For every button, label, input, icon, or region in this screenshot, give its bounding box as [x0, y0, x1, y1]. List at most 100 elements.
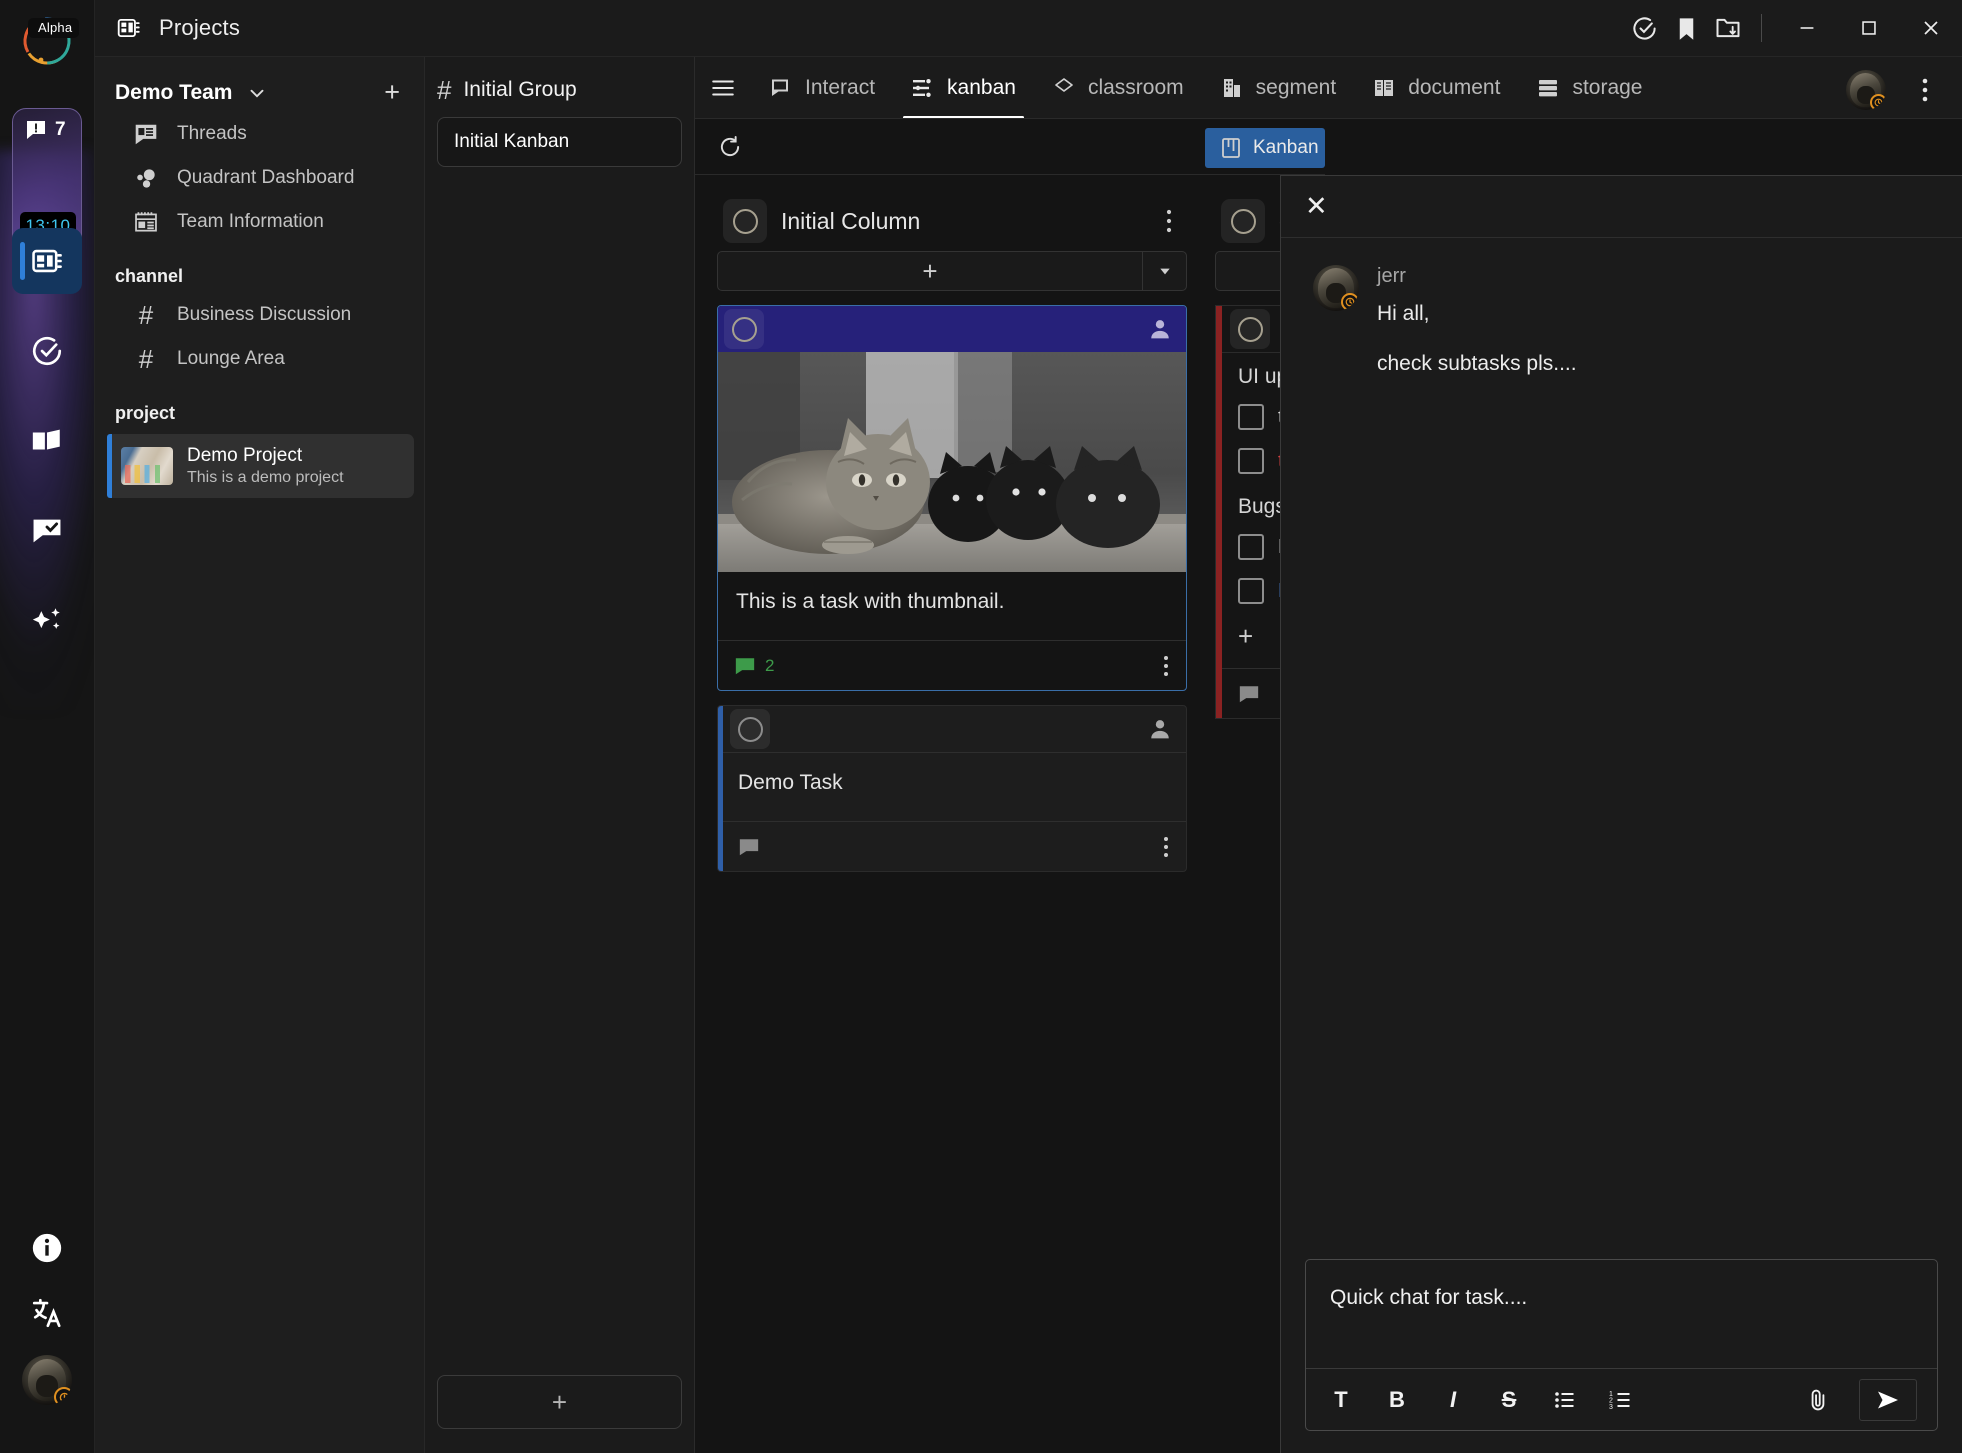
sidebar-item-translate[interactable] — [12, 1280, 82, 1346]
italic-icon[interactable]: I — [1438, 1385, 1468, 1415]
sidebar-item-threads[interactable]: Threads — [95, 112, 424, 156]
tab-more-menu-icon[interactable] — [1908, 73, 1942, 107]
strikethrough-icon[interactable]: S — [1494, 1385, 1524, 1415]
sidebar-item-ai[interactable] — [12, 588, 82, 654]
column-status-toggle[interactable] — [1221, 199, 1265, 243]
board-toolbar: Kanban — [695, 119, 1325, 175]
left-rail: Alpha 7 13:10 — [0, 0, 95, 1453]
tab-segment[interactable]: segment — [1202, 57, 1355, 119]
card-comment-count[interactable] — [738, 836, 769, 858]
folder-transfer-icon[interactable] — [1707, 7, 1749, 49]
notification-badge-panel[interactable]: 7 13:10 — [12, 108, 82, 248]
kanban-card-demo-task[interactable]: Demo Task — [717, 705, 1187, 872]
window-title: Projects — [159, 15, 240, 41]
maximize-button[interactable] — [1838, 0, 1900, 57]
checkbox-icon[interactable] — [1238, 404, 1264, 430]
card-status-toggle[interactable] — [1230, 309, 1270, 349]
checkbox-icon[interactable] — [1238, 578, 1264, 604]
sidebar-item-projects[interactable] — [12, 228, 82, 294]
comment-count-value: 2 — [765, 656, 774, 676]
status-clock-badge — [1870, 94, 1886, 110]
sparkle-icon — [30, 604, 64, 638]
column-more-menu-icon[interactable] — [1165, 208, 1187, 234]
tab-user-avatar[interactable] — [1846, 70, 1886, 110]
minimize-button[interactable] — [1776, 0, 1838, 57]
chat-message: jerr Hi all, check subtasks pls.... — [1281, 239, 1962, 376]
group-header: # Initial Group — [425, 57, 694, 103]
refresh-icon[interactable] — [717, 134, 743, 160]
card-status-toggle[interactable] — [724, 309, 764, 349]
chevron-down-icon[interactable] — [246, 82, 268, 104]
notification-icon — [24, 118, 48, 142]
kanban-view-icon — [1219, 135, 1243, 161]
sidebar-item-demo-project[interactable]: Demo Project This is a demo project — [107, 434, 414, 498]
add-kanban-button[interactable]: + — [437, 1375, 682, 1429]
book-icon — [30, 424, 64, 458]
card-more-menu-icon[interactable] — [1162, 835, 1170, 859]
sidebar-item-info[interactable] — [12, 1215, 82, 1281]
comment-icon[interactable] — [1238, 683, 1260, 705]
card-comment-count[interactable]: 2 — [734, 655, 774, 677]
message-avatar[interactable] — [1313, 265, 1359, 311]
team-header[interactable]: Demo Team + — [95, 57, 424, 112]
group-title: Initial Group — [463, 78, 576, 102]
tab-classroom[interactable]: classroom — [1034, 57, 1202, 119]
tab-interact[interactable]: Interact — [751, 57, 893, 119]
user-avatar[interactable] — [22, 1355, 72, 1405]
column-status-toggle[interactable] — [723, 199, 767, 243]
checkbox-icon[interactable] — [1238, 534, 1264, 560]
sidebar-item-quadrant-dashboard[interactable]: Quadrant Dashboard — [95, 156, 424, 200]
bookmark-icon[interactable] — [1665, 7, 1707, 49]
sidebar-item-tasks[interactable] — [12, 318, 82, 384]
send-button[interactable] — [1859, 1379, 1917, 1421]
comment-icon — [734, 655, 756, 677]
card-more-menu-icon[interactable] — [1162, 654, 1170, 678]
document-icon — [1372, 76, 1396, 100]
card-assignee-avatar-icon[interactable] — [1146, 715, 1174, 743]
sidebar-item-chat[interactable] — [12, 498, 82, 564]
add-team-button[interactable]: + — [380, 79, 404, 106]
alpha-badge: Alpha — [28, 18, 79, 38]
kanban-card-thumbnail[interactable]: This is a task with thumbnail. 2 — [717, 305, 1187, 691]
add-card-button[interactable]: + — [718, 252, 1142, 290]
bold-icon[interactable]: B — [1382, 1385, 1412, 1415]
sidebar-item-team-information[interactable]: Team Information — [95, 200, 424, 244]
projects-icon — [116, 15, 142, 41]
column-dropdown-button[interactable] — [1142, 252, 1186, 290]
chat-header: ✕ — [1281, 176, 1962, 238]
group-item-initial-kanban[interactable]: Initial Kanban — [437, 117, 682, 167]
close-icon[interactable]: ✕ — [1305, 193, 1328, 220]
tab-storage[interactable]: storage — [1518, 57, 1660, 119]
composer-toolbar: T B I S 1 2 3 — [1306, 1368, 1937, 1430]
numbered-list-icon[interactable]: 1 2 3 — [1606, 1385, 1636, 1415]
chat-input[interactable]: Quick chat for task.... — [1306, 1260, 1937, 1368]
storage-icon — [1536, 76, 1560, 100]
message-line: Hi all, — [1377, 302, 1577, 326]
section-title-project: project — [95, 381, 424, 430]
chat-check-icon — [30, 514, 64, 548]
tab-document[interactable]: document — [1354, 57, 1518, 119]
hash-icon: # — [437, 77, 451, 103]
hamburger-icon[interactable] — [695, 57, 751, 119]
card-assignee-avatar-icon[interactable] — [1146, 315, 1174, 343]
card-status-toggle[interactable] — [730, 709, 770, 749]
close-button[interactable] — [1900, 0, 1962, 57]
bullet-list-icon[interactable] — [1550, 1385, 1580, 1415]
interact-icon — [769, 76, 793, 100]
card-header — [718, 706, 1186, 752]
group-panel: # Initial Group Initial Kanban + — [425, 57, 695, 1453]
kanban-column-initial: Initial Column + — [717, 197, 1187, 872]
sidebar-item-knowledge[interactable] — [12, 408, 82, 474]
text-format-icon[interactable]: T — [1326, 1385, 1356, 1415]
project-text-block: Demo Project This is a demo project — [187, 444, 344, 488]
sidebar-item-lounge-area[interactable]: # Lounge Area — [95, 337, 424, 381]
sidebar-item-business-discussion[interactable]: # Business Discussion — [95, 293, 424, 337]
paperclip-icon[interactable] — [1803, 1385, 1833, 1415]
segment-icon — [1220, 76, 1244, 100]
check-circle-icon[interactable] — [1623, 7, 1665, 49]
view-mode-kanban-button[interactable]: Kanban — [1205, 128, 1325, 168]
check-circle-icon — [30, 334, 64, 368]
checkbox-icon[interactable] — [1238, 448, 1264, 474]
team-sidebar: Demo Team + Threads — [95, 57, 425, 1453]
tab-kanban[interactable]: kanban — [893, 57, 1034, 119]
